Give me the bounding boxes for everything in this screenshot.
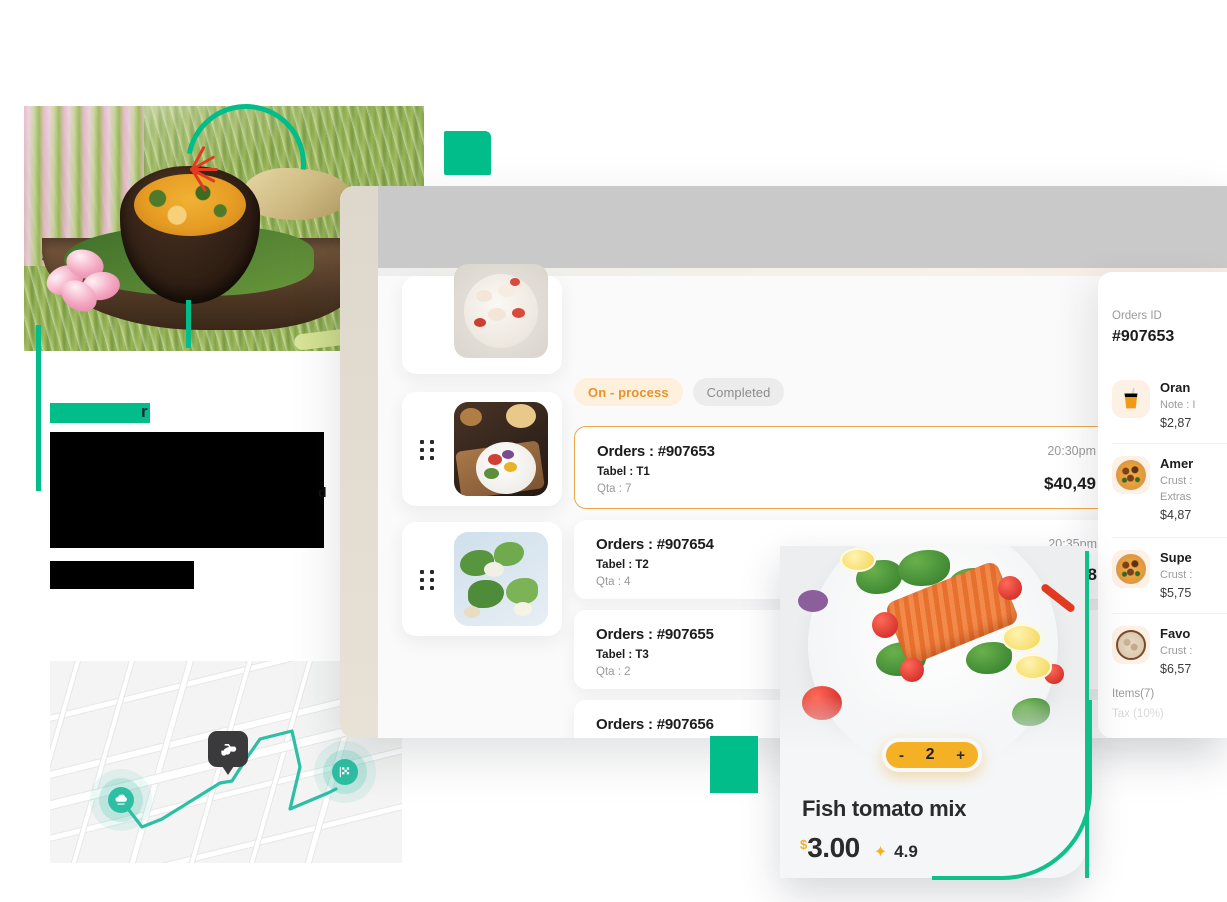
order-detail-panel: Orders ID #907653 Oran Note : I $2,87 Am… (1098, 272, 1227, 738)
order-status-tabs: On - process Completed (574, 378, 785, 406)
order-summary: Items(7) Tax (10%) (1112, 688, 1164, 728)
pizza-pale-icon (1112, 626, 1150, 664)
item-price: $5,75 (1160, 586, 1192, 600)
list-item[interactable]: Favo Crust : $6,57 (1112, 614, 1227, 690)
scooter-icon[interactable] (208, 731, 248, 775)
order-price: $40,49 (1044, 474, 1096, 493)
item-name: Oran (1160, 380, 1191, 395)
item-note-extras: Extras (1160, 491, 1192, 503)
item-note: Crust : (1160, 475, 1193, 487)
food-price: 3.00 (807, 832, 860, 863)
item-note: Note : I (1160, 399, 1196, 411)
dish-thumbnail (454, 532, 548, 626)
redacted-top-bar (378, 186, 1227, 268)
screenshot-stage: r d On - process Completed Orders: #907… (0, 0, 1227, 902)
dish-card[interactable] (402, 522, 562, 636)
juice-glass-icon (1112, 380, 1150, 418)
item-note: Crust : (1160, 569, 1193, 581)
chef-hat-icon[interactable] (108, 787, 134, 813)
order-table: Tabel : T1 (597, 466, 650, 478)
currency-symbol: $ (800, 837, 808, 852)
decorative-square-top (444, 131, 491, 175)
star-icon: ✦ (873, 844, 888, 861)
hero-arc-tail (186, 300, 191, 348)
list-item[interactable]: Supe Crust : $5,75 (1112, 538, 1227, 614)
summary-items-count: Items(7) (1112, 688, 1155, 700)
item-name: Favo (1160, 626, 1191, 641)
orders-id-label: Orders ID (1112, 310, 1162, 322)
item-price: $2,87 (1160, 416, 1192, 430)
list-item[interactable]: Amer Crust : Extras $4,87 (1112, 444, 1227, 538)
dish-card[interactable] (402, 392, 562, 506)
item-note: Crust : (1160, 645, 1193, 657)
redacted-heading-fragment: r (141, 402, 148, 421)
tab-completed[interactable]: Completed (692, 378, 785, 406)
drag-handle-icon[interactable] (420, 440, 434, 460)
item-price: $6,57 (1160, 662, 1192, 676)
decrement-button[interactable]: - (899, 748, 904, 763)
summary-tax-line: Tax (10%) (1112, 708, 1164, 720)
pizza-icon (1112, 456, 1150, 494)
item-name: Supe (1160, 550, 1192, 565)
order-title: Orders : #907653 (597, 443, 715, 460)
left-accent-bar (36, 325, 41, 491)
chili-garnish (166, 145, 220, 193)
redacted-body-fragment: d (318, 484, 327, 500)
decorative-square-bottom (710, 736, 758, 793)
tab-on-process[interactable]: On - process (574, 378, 683, 406)
redacted-paragraph-block (50, 432, 324, 548)
food-rating: 4.9 (894, 842, 918, 861)
dish-thumbnail (454, 264, 548, 358)
item-price: $4,87 (1160, 508, 1192, 522)
dish-card[interactable] (402, 264, 562, 374)
checkered-flag-icon[interactable] (332, 759, 358, 785)
table-row[interactable]: Orders : #907653 Tabel : T1 Qta : 7 20:3… (574, 426, 1119, 509)
card-accent-line (1085, 551, 1089, 878)
dish-thumbnail (454, 402, 548, 496)
order-item-list: Oran Note : I $2,87 Amer Crust : Extras … (1112, 368, 1227, 690)
dashboard-side-rail (340, 186, 378, 738)
item-name: Amer (1160, 456, 1194, 471)
pizza-icon (1112, 550, 1150, 588)
orders-id-value: #907653 (1112, 328, 1175, 345)
redacted-heading-block (50, 403, 150, 423)
order-time: 20:30pm (1047, 444, 1096, 458)
list-item[interactable]: Oran Note : I $2,87 (1112, 368, 1227, 444)
order-qty: Qta : 7 (597, 483, 632, 495)
redacted-button-block[interactable] (50, 561, 194, 589)
food-price-row: $3.00 ✦ 4.9 (800, 832, 918, 864)
frangipani-flower (42, 244, 132, 318)
drag-handle-icon[interactable] (420, 570, 434, 590)
